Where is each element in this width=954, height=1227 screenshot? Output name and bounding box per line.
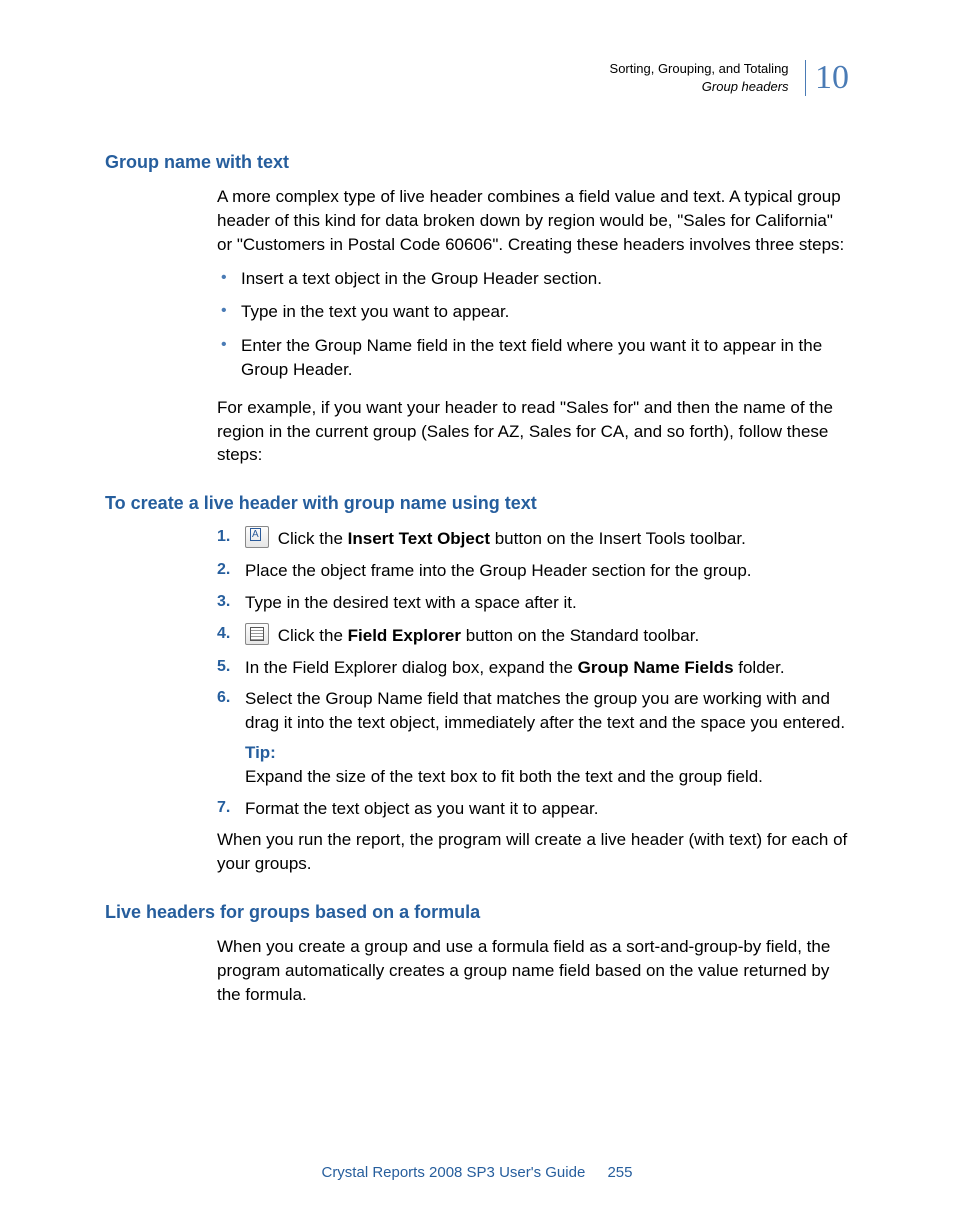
page-header: Sorting, Grouping, and Totaling Group he… — [105, 60, 849, 100]
step-text: folder. — [734, 658, 785, 677]
tip-label: Tip: — [245, 741, 849, 765]
step-3: Type in the desired text with a space af… — [217, 591, 849, 615]
heading-live-headers-formula: Live headers for groups based on a formu… — [105, 900, 849, 925]
list-item: Insert a text object in the Group Header… — [217, 267, 849, 291]
heading-group-name-with-text: Group name with text — [105, 150, 849, 175]
step-text: Click the — [273, 529, 348, 548]
tip-body: Expand the size of the text box to fit b… — [245, 765, 849, 789]
step-7: Format the text object as you want it to… — [217, 797, 849, 821]
formula-paragraph: When you create a group and use a formul… — [217, 935, 849, 1006]
numbered-steps: Click the Insert Text Object button on t… — [217, 526, 849, 820]
step-2: Place the object frame into the Group He… — [217, 559, 849, 583]
field-explorer-icon — [245, 623, 269, 645]
breadcrumb: Sorting, Grouping, and Totaling Group he… — [610, 60, 789, 96]
step-text: Select the Group Name field that matches… — [245, 689, 845, 732]
step-text: In the Field Explorer dialog box, expand… — [245, 658, 578, 677]
breadcrumb-main: Sorting, Grouping, and Totaling — [610, 61, 789, 76]
footer-page-number: 255 — [607, 1164, 632, 1181]
step-1: Click the Insert Text Object button on t… — [217, 526, 849, 551]
chapter-number: 10 — [815, 61, 849, 95]
step-text: button on the Insert Tools toolbar. — [490, 529, 746, 548]
page-footer: Crystal Reports 2008 SP3 User's Guide 25… — [0, 1162, 954, 1183]
step-text: button on the Standard toolbar. — [461, 626, 699, 645]
steps-overview-list: Insert a text object in the Group Header… — [217, 267, 849, 382]
insert-text-object-icon — [245, 526, 269, 548]
closing-paragraph: When you run the report, the program wil… — [217, 828, 849, 876]
step-5: In the Field Explorer dialog box, expand… — [217, 656, 849, 680]
footer-guide-title: Crystal Reports 2008 SP3 User's Guide — [321, 1164, 585, 1181]
list-item: Type in the text you want to appear. — [217, 300, 849, 324]
step-bold: Group Name Fields — [578, 658, 734, 677]
step-text: Click the — [273, 626, 348, 645]
intro-paragraph: A more complex type of live header combi… — [217, 185, 849, 256]
step-bold: Field Explorer — [348, 626, 461, 645]
breadcrumb-sub: Group headers — [610, 78, 789, 96]
followup-paragraph: For example, if you want your header to … — [217, 396, 849, 467]
header-divider — [805, 60, 806, 96]
step-6: Select the Group Name field that matches… — [217, 687, 849, 788]
list-item: Enter the Group Name field in the text f… — [217, 334, 849, 382]
step-4: Click the Field Explorer button on the S… — [217, 623, 849, 648]
step-bold: Insert Text Object — [348, 529, 490, 548]
heading-create-live-header: To create a live header with group name … — [105, 491, 849, 516]
